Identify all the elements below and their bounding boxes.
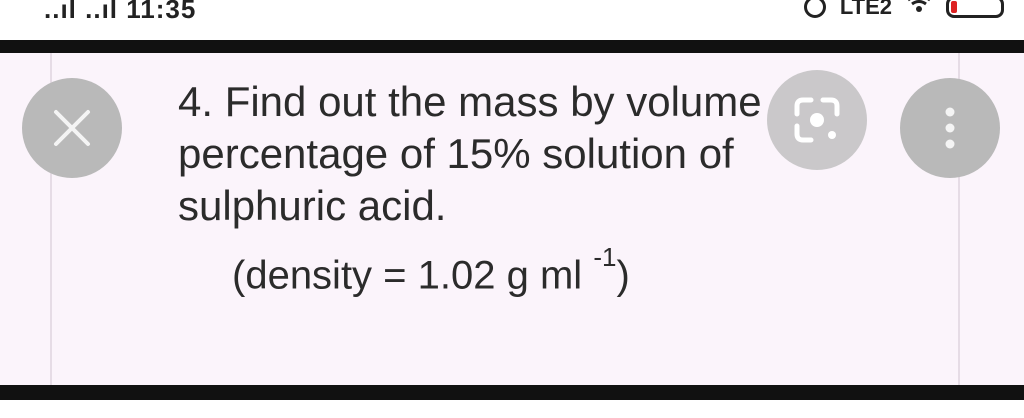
question-line-1: 4. Find out the mass by volume [178, 78, 762, 125]
density-suffix: ) [616, 253, 630, 298]
status-bar: ..ıl ..ıl 11:35 LTE2 [0, 0, 1024, 40]
question-text: 4. Find out the mass by volume percentag… [178, 76, 778, 232]
status-icons: LTE2 [803, 0, 1004, 20]
question-line-3: sulphuric acid. [178, 182, 447, 229]
status-signal-time: ..ıl ..ıl 11:35 [44, 0, 197, 24]
network-label: LTE2 [839, 0, 892, 19]
density-note: (density = 1.02 g ml -1) [232, 242, 630, 298]
close-icon [54, 110, 90, 146]
battery-level [951, 1, 957, 13]
google-lens-button[interactable] [767, 70, 867, 170]
more-vertical-icon [945, 107, 955, 149]
google-lens-icon [794, 97, 840, 143]
top-divider [0, 40, 1024, 53]
question-line-2: percentage of 15% solution of [178, 130, 734, 177]
bottom-divider [0, 385, 1024, 400]
sync-icon [803, 0, 826, 18]
wifi-icon [906, 0, 932, 20]
density-exponent: -1 [593, 242, 617, 272]
close-button[interactable] [22, 78, 122, 178]
more-options-button[interactable] [900, 78, 1000, 178]
battery-icon [946, 0, 1004, 18]
density-prefix: (density = 1.02 g ml [232, 253, 583, 298]
